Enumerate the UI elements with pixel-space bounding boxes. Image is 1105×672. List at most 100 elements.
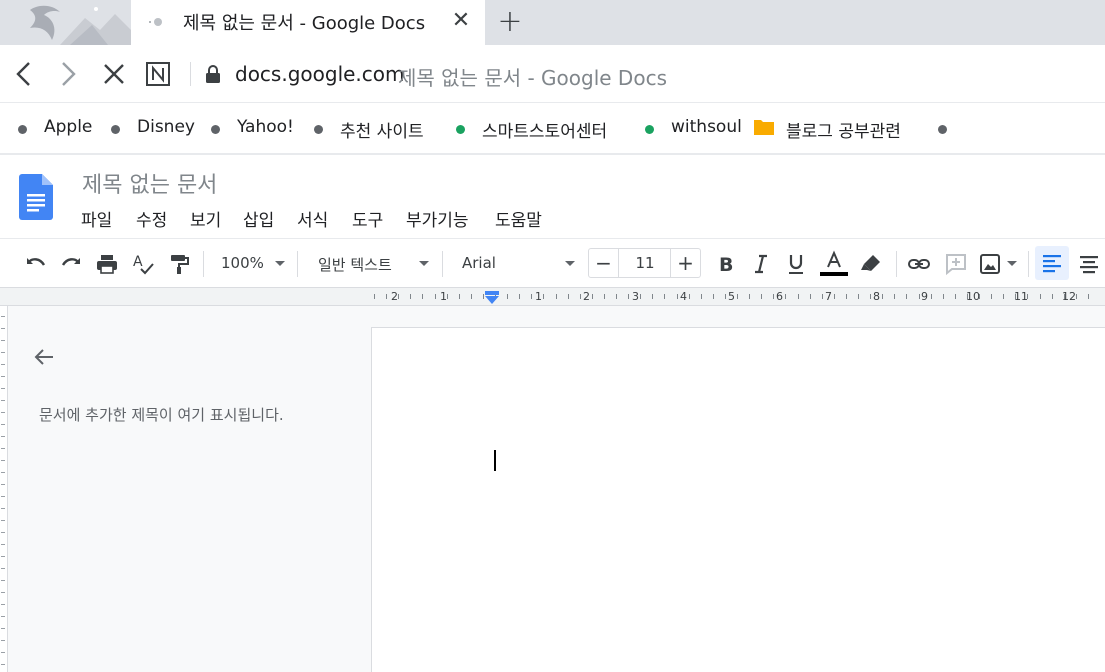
ruler-tick	[1, 508, 5, 509]
separator	[442, 251, 443, 277]
ruler-tick	[785, 294, 787, 299]
ruler-tick	[374, 294, 375, 299]
ruler-number: 2	[583, 290, 590, 303]
url-host[interactable]: docs.google.com	[235, 62, 405, 86]
bookmark-apple[interactable]: Apple	[44, 117, 92, 137]
ruler-tick	[603, 294, 605, 299]
forward-icon[interactable]	[54, 60, 82, 88]
menu-addons[interactable]: 부가기능	[406, 206, 469, 231]
ruler-number: 7	[825, 290, 832, 303]
zoom-select[interactable]: 100%	[221, 254, 264, 272]
bookmark-smartstore-center[interactable]: 스마트스토어센터	[482, 117, 607, 142]
back-icon[interactable]	[10, 60, 38, 88]
redo-icon[interactable]	[59, 252, 83, 276]
menu-edit[interactable]: 수정	[136, 206, 167, 231]
menu-insert[interactable]: 삽입	[243, 206, 274, 231]
text-color-icon[interactable]	[819, 250, 849, 278]
ruler-tick	[1, 340, 5, 341]
url-page-title[interactable]: 제목 없는 문서 - Google Docs	[398, 62, 667, 91]
menu-tools[interactable]: 도구	[352, 206, 383, 231]
ruler-tick	[1039, 294, 1041, 299]
ruler-tick	[821, 294, 823, 299]
text-cursor	[494, 450, 496, 471]
ruler-tick	[628, 294, 630, 299]
ruler-number: 5	[728, 290, 735, 303]
bookmark-recommended-sites[interactable]: 추천 사이트	[340, 117, 424, 142]
ruler-tick	[845, 294, 847, 299]
ruler-tick	[664, 294, 666, 299]
document-page[interactable]	[371, 327, 1105, 672]
decrease-font-size-button[interactable]: −	[589, 249, 619, 277]
ruler-tick	[1, 652, 5, 653]
lock-icon[interactable]	[205, 64, 221, 84]
spellcheck-icon[interactable]: A	[131, 252, 155, 276]
bold-icon[interactable]: B	[714, 252, 738, 276]
bookmark-folder-blog-study[interactable]: 블로그 공부관련	[786, 117, 901, 142]
print-icon[interactable]	[95, 252, 119, 276]
bookmark-yahoo[interactable]: Yahoo!	[237, 117, 294, 137]
ruler-tick	[906, 294, 908, 299]
ruler-tick	[676, 294, 678, 299]
menu-file[interactable]: 파일	[81, 206, 112, 231]
ruler-tick	[410, 294, 412, 299]
paragraph-style-select[interactable]: 일반 텍스트	[318, 254, 392, 275]
chevron-down-icon[interactable]	[419, 261, 429, 266]
align-center-icon[interactable]	[1077, 252, 1101, 276]
menu-view[interactable]: 보기	[190, 206, 221, 231]
browser-theme-logo	[0, 0, 131, 45]
ruler-tick	[1, 364, 5, 365]
indent-marker-icon[interactable]	[484, 291, 500, 305]
ruler-tick	[1087, 294, 1089, 299]
link-icon[interactable]	[907, 252, 931, 276]
chevron-down-icon[interactable]	[1007, 261, 1017, 266]
ruler-tick	[1, 484, 5, 485]
navigation-bar: docs.google.com 제목 없는 문서 - Google Docs	[0, 45, 1105, 103]
ruler-tick	[870, 294, 872, 299]
arrow-back-icon[interactable]	[32, 345, 56, 369]
ruler-tick	[567, 294, 569, 299]
chevron-down-icon[interactable]	[275, 261, 285, 266]
ruler-tick	[1075, 294, 1077, 299]
paint-format-icon[interactable]	[167, 252, 191, 276]
stop-loading-icon[interactable]	[100, 60, 128, 88]
bookmark-disney[interactable]: Disney	[137, 117, 195, 137]
ruler-tick	[652, 294, 654, 299]
bookmark-withsoul[interactable]: withsoul	[671, 117, 742, 137]
ruler-tick	[507, 294, 509, 299]
dot-icon	[211, 125, 220, 134]
add-comment-icon[interactable]	[944, 252, 968, 276]
increase-font-size-button[interactable]: +	[670, 249, 700, 277]
ruler-tick	[809, 294, 811, 299]
undo-icon[interactable]	[24, 252, 48, 276]
ruler-tick	[1, 388, 5, 389]
separator	[1028, 251, 1029, 277]
ruler-tick	[1, 616, 5, 617]
ruler-tick	[942, 294, 944, 299]
font-size-input[interactable]: 11	[620, 249, 670, 277]
ruler-tick	[1, 328, 5, 329]
google-docs-logo-icon[interactable]	[19, 174, 53, 220]
menu-help[interactable]: 도움말	[495, 206, 542, 231]
highlight-color-icon[interactable]	[859, 252, 883, 276]
menu-format[interactable]: 서식	[297, 206, 328, 231]
ruler-tick	[616, 294, 617, 299]
ruler-tick	[930, 294, 932, 299]
naver-extension-icon[interactable]	[145, 61, 171, 87]
underline-icon[interactable]	[784, 252, 808, 276]
ruler-tick	[1, 664, 5, 665]
align-left-button[interactable]	[1035, 246, 1069, 280]
ruler-tick	[688, 294, 690, 299]
ruler-number: 3	[632, 290, 639, 303]
ruler-tick	[918, 294, 920, 299]
toolbar: A 100% 일반 텍스트 Arial − 11 + B	[0, 238, 1105, 288]
font-select[interactable]: Arial	[462, 254, 496, 272]
new-tab-button[interactable]: +	[497, 7, 523, 37]
chevron-down-icon[interactable]	[565, 261, 575, 266]
ruler-tick	[1, 544, 5, 545]
close-tab-icon[interactable]: ✕	[450, 9, 472, 33]
italic-icon[interactable]	[749, 252, 773, 276]
insert-image-icon[interactable]	[978, 252, 1002, 276]
ruler-tick	[1, 436, 5, 437]
document-title[interactable]: 제목 없는 문서	[82, 167, 217, 199]
ruler-tick	[1, 412, 5, 413]
